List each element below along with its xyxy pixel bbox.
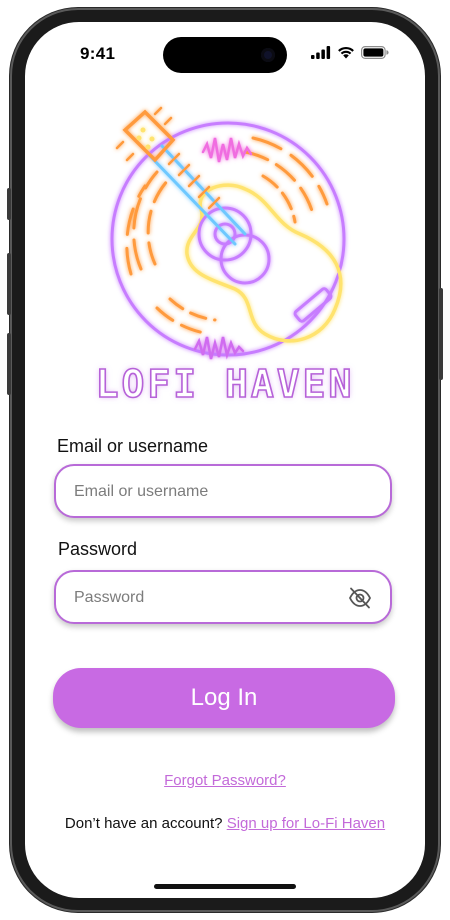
volume-down-button bbox=[7, 333, 11, 395]
volume-up-button bbox=[7, 253, 11, 315]
wifi-icon bbox=[338, 46, 354, 59]
app-logo bbox=[95, 94, 365, 364]
dynamic-island bbox=[163, 37, 287, 73]
signup-link[interactable]: Sign up for Lo-Fi Haven bbox=[227, 815, 385, 832]
email-label: Email or username bbox=[57, 436, 209, 456]
camera-icon bbox=[261, 48, 275, 62]
signup-prompt: Don’t have an account? bbox=[64, 815, 223, 832]
email-field[interactable] bbox=[54, 464, 392, 518]
neon-guitar-vinyl-logo bbox=[110, 106, 346, 360]
login-button[interactable]: Log In bbox=[53, 668, 395, 728]
cellular-signal-icon bbox=[311, 46, 331, 59]
app-title: LOFI HAVEN bbox=[95, 361, 355, 407]
email-input[interactable] bbox=[72, 466, 336, 518]
eye-off-icon[interactable] bbox=[348, 587, 372, 609]
password-field[interactable] bbox=[54, 570, 392, 624]
status-bar: 9:41 bbox=[25, 22, 425, 82]
status-time: 9:41 bbox=[80, 44, 116, 63]
signup-row: Don’t have an account? Sign up for Lo-Fi… bbox=[25, 815, 425, 832]
forgot-password-link[interactable]: Forgot Password? bbox=[25, 772, 425, 789]
screen: 9:41 LOFI HAVEN Email or username Email … bbox=[25, 22, 425, 898]
status-icons bbox=[311, 46, 389, 59]
battery-icon bbox=[361, 46, 389, 59]
action-button bbox=[7, 188, 11, 220]
power-button bbox=[439, 288, 443, 380]
password-input[interactable] bbox=[72, 572, 336, 624]
home-indicator[interactable] bbox=[154, 884, 296, 889]
password-label: Password bbox=[58, 539, 138, 559]
